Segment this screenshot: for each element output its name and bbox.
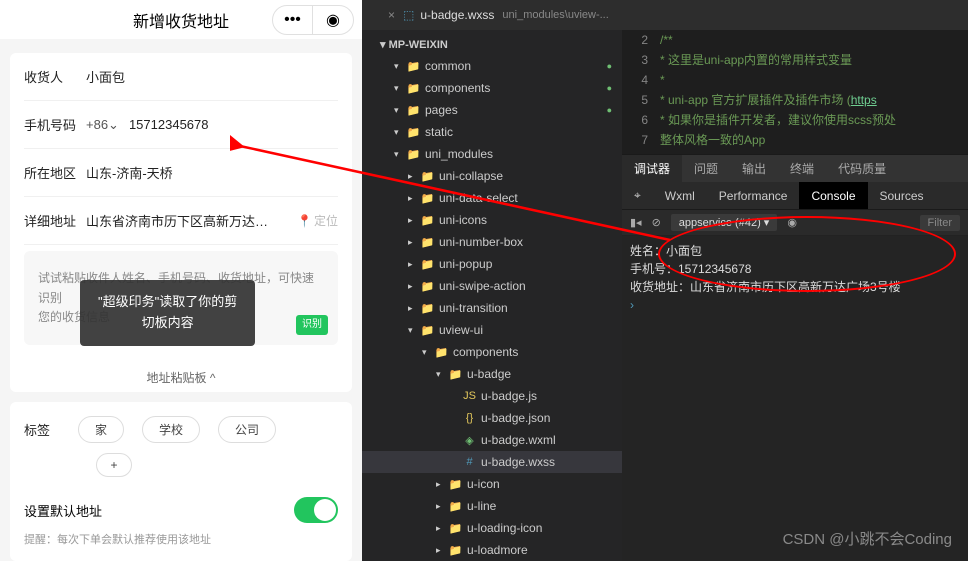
tab-output[interactable]: 输出 bbox=[730, 155, 778, 182]
default-hint: 提醒：每次下单会默认推荐使用该地址 bbox=[24, 531, 338, 547]
tree-item[interactable]: ▸📁uni-popup bbox=[362, 253, 622, 275]
tree-item[interactable]: ▾📁common● bbox=[362, 55, 622, 77]
clear-console-icon[interactable]: ⊘ bbox=[652, 216, 661, 229]
mobile-preview: 新增收货地址 ••• ◉ 收货人 小面包 手机号码 +86⌄ 157123456… bbox=[0, 0, 362, 561]
tree-item[interactable]: {}u-badge.json bbox=[362, 407, 622, 429]
bottom-tabs: 调试器 问题 输出 终端 代码质量 bbox=[622, 154, 968, 182]
locate-button[interactable]: 📍定位 bbox=[297, 212, 338, 229]
dt-wxml[interactable]: Wxml bbox=[653, 182, 707, 209]
tree-root[interactable]: ▾ MP-WEIXIN bbox=[362, 34, 622, 55]
tree-item[interactable]: ◈u-badge.wxml bbox=[362, 429, 622, 451]
tree-item[interactable]: ▸📁u-loading-icon bbox=[362, 517, 622, 539]
capsule-buttons: ••• ◉ bbox=[272, 5, 354, 35]
tree-item[interactable]: ▸📁uni-transition bbox=[362, 297, 622, 319]
right-pane: 234567 /** * 这里是uni-app内置的常用样式变量 * * uni… bbox=[622, 30, 968, 561]
phone-prefix[interactable]: +86⌄ bbox=[86, 117, 119, 133]
more-icon[interactable]: ••• bbox=[273, 6, 313, 34]
file-icon: ⬚ bbox=[403, 8, 414, 22]
default-row: 设置默认地址 bbox=[24, 497, 338, 523]
close-icon[interactable]: × bbox=[388, 8, 395, 22]
watermark: CSDN @小跳不会Coding bbox=[783, 528, 952, 549]
region-label: 所在地区 bbox=[24, 163, 86, 182]
tags-label: 标签 bbox=[24, 420, 50, 439]
tree-item[interactable]: ▾📁uni_modules bbox=[362, 143, 622, 165]
file-tree: ▾ MP-WEIXIN ▾📁common●▾📁components●▾📁page… bbox=[362, 30, 622, 561]
dt-sources[interactable]: Sources bbox=[868, 182, 936, 209]
tab-problems[interactable]: 问题 bbox=[682, 155, 730, 182]
toggle-sidebar-icon[interactable]: ▮◂ bbox=[630, 216, 642, 229]
clipboard-toggle[interactable]: 地址粘贴板 ^ bbox=[24, 359, 338, 392]
filter-input[interactable]: Filter bbox=[920, 215, 960, 231]
console-toolbar: ▮◂ ⊘ appservice (#42) ▾ ◉ Filter bbox=[622, 210, 968, 236]
tree-item[interactable]: ▸📁uni-data-select bbox=[362, 187, 622, 209]
tree-item[interactable]: ▸📁u-line bbox=[362, 495, 622, 517]
recognize-badge[interactable]: 识别 bbox=[296, 315, 328, 335]
tree-item[interactable]: #u-badge.wxss bbox=[362, 451, 622, 473]
page-title: 新增收货地址 bbox=[133, 8, 229, 32]
clipboard-toast: "超级印务"读取了你的剪 切板内容 bbox=[80, 280, 255, 346]
recipient-value: 小面包 bbox=[86, 67, 338, 86]
detail-row[interactable]: 详细地址 山东省济南市历下区高新万达… 📍定位 bbox=[24, 197, 338, 245]
mobile-header: 新增收货地址 ••• ◉ bbox=[0, 0, 362, 39]
tab-quality[interactable]: 代码质量 bbox=[826, 155, 898, 182]
phone-row[interactable]: 手机号码 +86⌄ 15712345678 bbox=[24, 101, 338, 149]
console-output[interactable]: 姓名：小面包 手机号：15712345678 收货地址：山东省济南市历下区高新万… bbox=[622, 236, 968, 561]
context-selector[interactable]: appservice (#42) ▾ bbox=[671, 214, 778, 231]
tree-item[interactable]: ▾📁pages● bbox=[362, 99, 622, 121]
tree-item[interactable]: ▸📁uni-swipe-action bbox=[362, 275, 622, 297]
tab-debugger[interactable]: 调试器 bbox=[622, 155, 682, 182]
tags-card: 标签 家 学校 公司 + 设置默认地址 提醒：每次下单会默认推荐使用该地址 bbox=[10, 402, 352, 561]
inspect-icon[interactable]: ⌖ bbox=[622, 182, 653, 209]
tree-item[interactable]: ▸📁u-loadmore bbox=[362, 539, 622, 561]
console-prompt[interactable]: › bbox=[630, 296, 960, 314]
editor-tab-bar: × ⬚ u-badge.wxss uni_modules\uview-... bbox=[362, 0, 968, 30]
default-label: 设置默认地址 bbox=[24, 501, 102, 520]
pin-icon: 📍 bbox=[297, 214, 312, 228]
tree-item[interactable]: ▾📁uview-ui bbox=[362, 319, 622, 341]
tree-item[interactable]: ▸📁u-icon bbox=[362, 473, 622, 495]
region-value: 山东-济南-天桥 bbox=[86, 163, 338, 182]
tree-item[interactable]: ▾📁components bbox=[362, 341, 622, 363]
dt-console[interactable]: Console bbox=[799, 182, 867, 209]
phone-label: 手机号码 bbox=[24, 115, 86, 134]
tag-school[interactable]: 学校 bbox=[142, 416, 200, 443]
tree-item[interactable]: ▾📁static bbox=[362, 121, 622, 143]
detail-value: 山东省济南市历下区高新万达… bbox=[86, 211, 297, 230]
detail-label: 详细地址 bbox=[24, 211, 86, 230]
target-icon[interactable]: ◉ bbox=[313, 6, 353, 34]
tree-item[interactable]: JSu-badge.js bbox=[362, 385, 622, 407]
code-editor[interactable]: 234567 /** * 这里是uni-app内置的常用样式变量 * * uni… bbox=[622, 30, 968, 154]
tree-item[interactable]: ▸📁uni-number-box bbox=[362, 231, 622, 253]
tree-item[interactable]: ▾📁components● bbox=[362, 77, 622, 99]
log-phone: 手机号：15712345678 bbox=[630, 260, 960, 278]
tab-terminal[interactable]: 终端 bbox=[778, 155, 826, 182]
phone-value: 15712345678 bbox=[129, 117, 338, 132]
ide-panel: × ⬚ u-badge.wxss uni_modules\uview-... ▾… bbox=[362, 0, 968, 561]
tag-add-button[interactable]: + bbox=[96, 453, 132, 477]
tab-path: uni_modules\uview-... bbox=[502, 9, 608, 21]
dt-perf[interactable]: Performance bbox=[707, 182, 800, 209]
recipient-label: 收货人 bbox=[24, 67, 86, 86]
recipient-row[interactable]: 收货人 小面包 bbox=[24, 53, 338, 101]
tree-item[interactable]: ▾📁u-badge bbox=[362, 363, 622, 385]
tree-item[interactable]: ▸📁uni-icons bbox=[362, 209, 622, 231]
log-name: 姓名：小面包 bbox=[630, 242, 960, 260]
eye-icon[interactable]: ◉ bbox=[787, 216, 797, 229]
log-addr: 收货地址：山东省济南市历下区高新万达广场3号楼 bbox=[630, 278, 960, 296]
default-toggle[interactable] bbox=[294, 497, 338, 523]
region-row[interactable]: 所在地区 山东-济南-天桥 bbox=[24, 149, 338, 197]
tag-home[interactable]: 家 bbox=[78, 416, 124, 443]
devtools-tabs: ⌖ Wxml Performance Console Sources bbox=[622, 182, 968, 210]
tags-row: 标签 家 学校 公司 bbox=[24, 416, 338, 443]
tab-filename[interactable]: u-badge.wxss bbox=[420, 8, 494, 22]
tree-item[interactable]: ▸📁uni-collapse bbox=[362, 165, 622, 187]
tag-company[interactable]: 公司 bbox=[218, 416, 276, 443]
